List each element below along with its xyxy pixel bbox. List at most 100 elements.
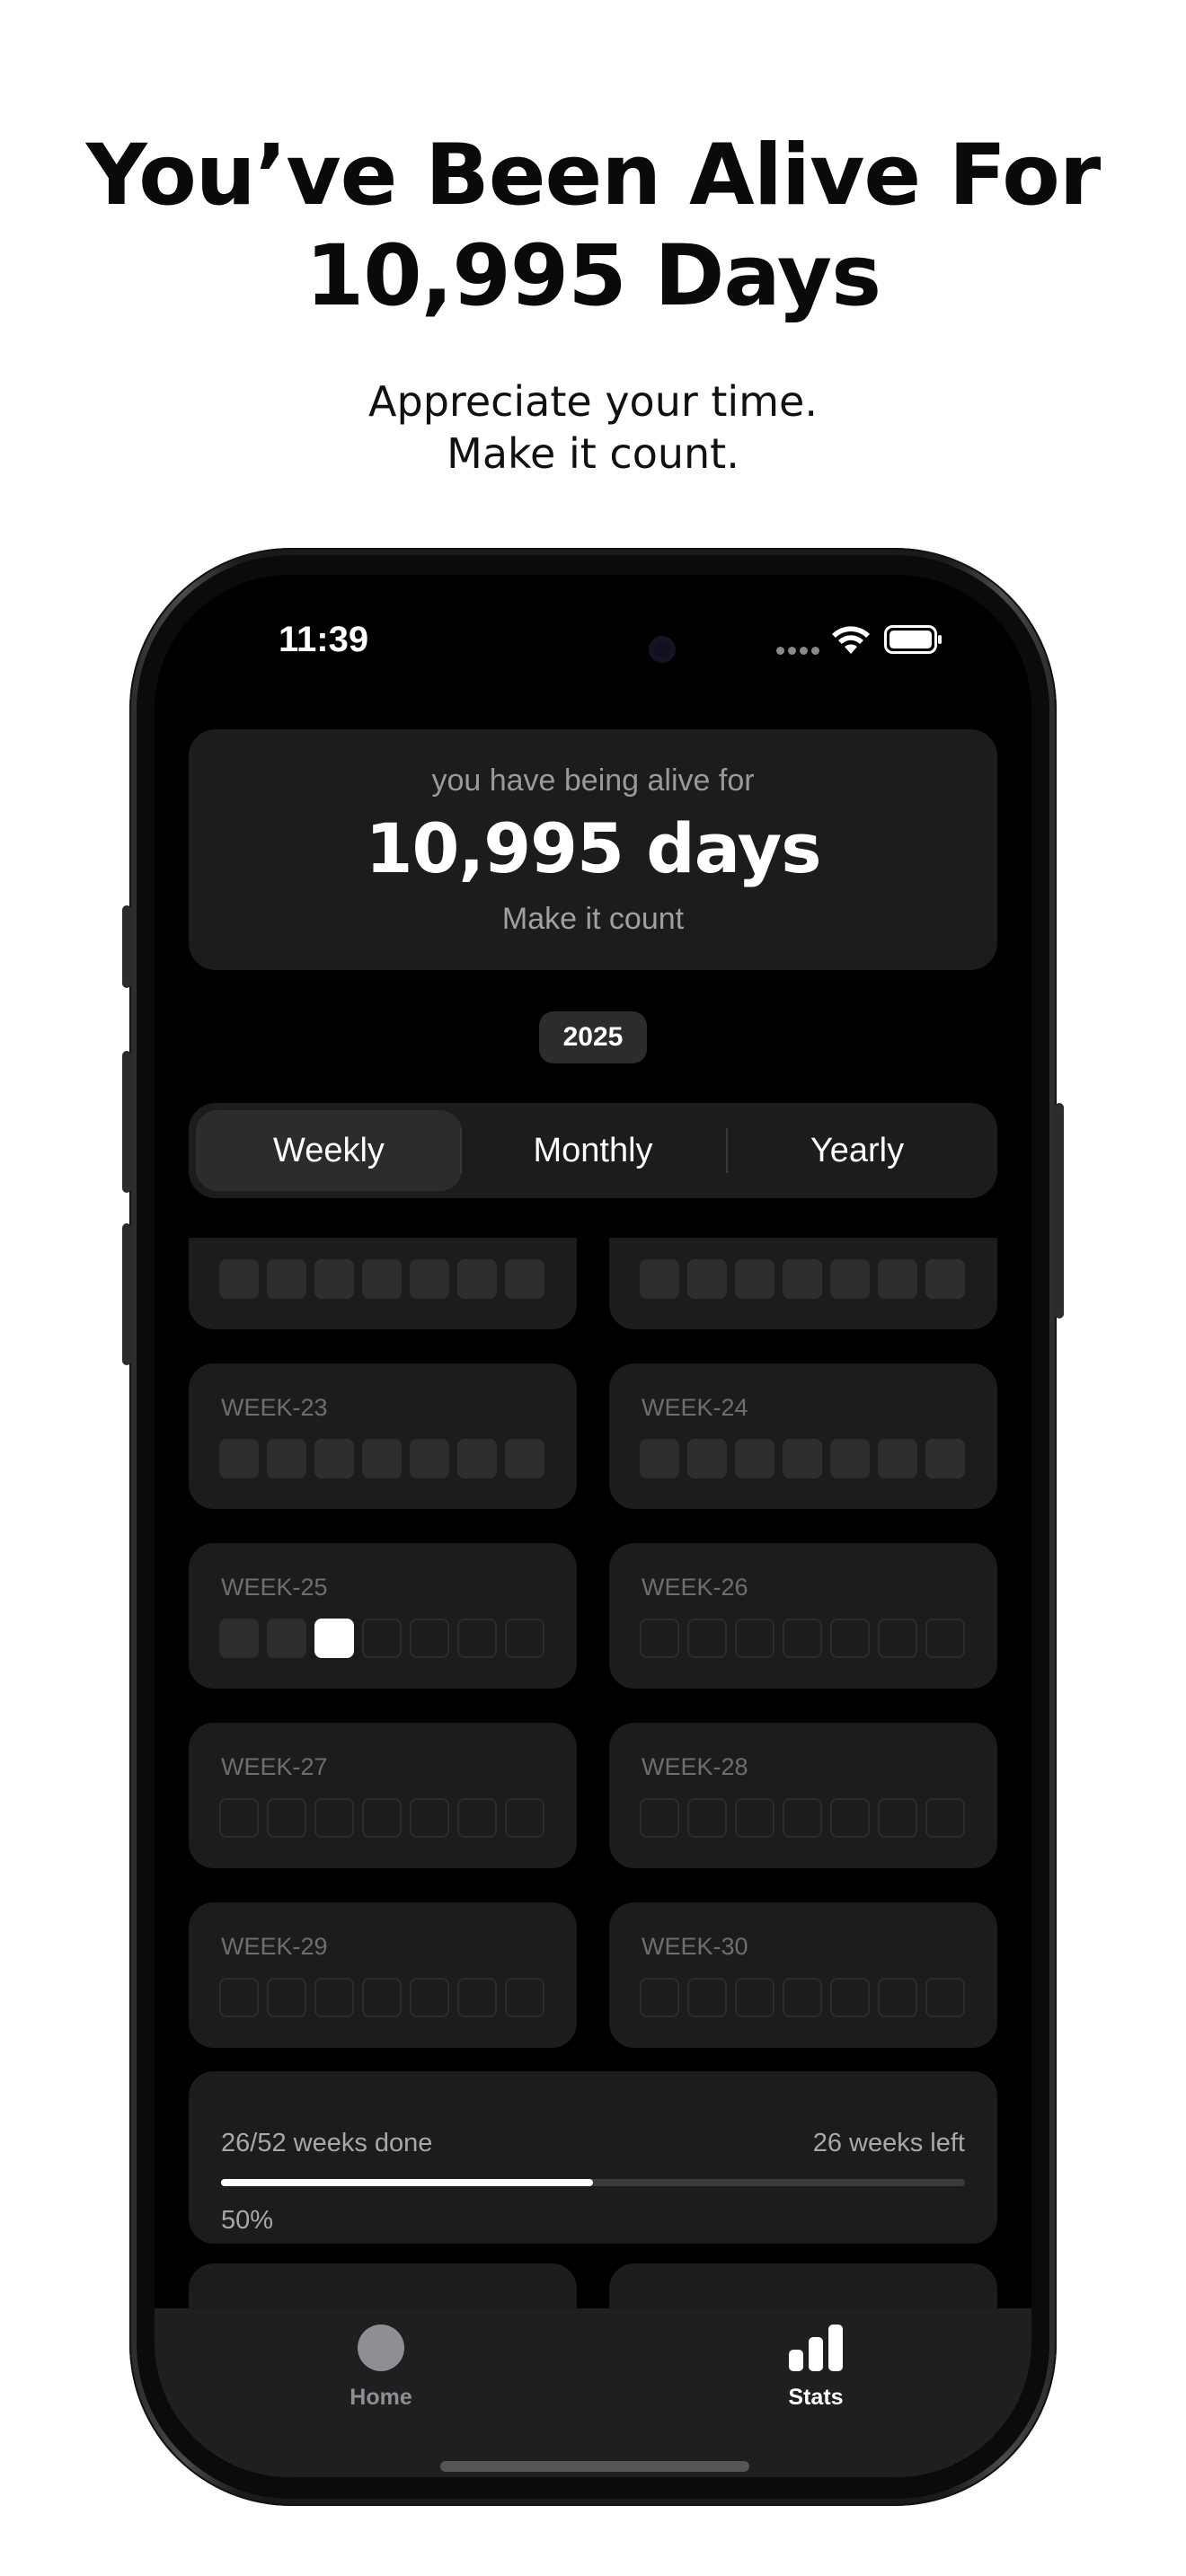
day-cell-past[interactable] bbox=[687, 1439, 727, 1478]
week-label: WEEK-30 bbox=[642, 1933, 748, 1960]
front-camera-icon bbox=[649, 636, 676, 663]
week-card[interactable]: WEEK-24 bbox=[609, 1363, 997, 1509]
day-cell-future[interactable] bbox=[267, 1978, 306, 2017]
week-label: WEEK-27 bbox=[221, 1753, 328, 1780]
day-cell-future[interactable] bbox=[783, 1619, 822, 1658]
day-cell-past[interactable] bbox=[362, 1439, 402, 1478]
week-card[interactable]: WEEK-21 bbox=[189, 1238, 577, 1329]
day-cell-future[interactable] bbox=[878, 1798, 917, 1838]
day-cell-past[interactable] bbox=[457, 1439, 497, 1478]
week-card[interactable]: WEEK-25 bbox=[189, 1543, 577, 1689]
week-card[interactable]: WEEK-30 bbox=[609, 1902, 997, 2048]
day-cell-past[interactable] bbox=[640, 1259, 679, 1299]
day-cell-future[interactable] bbox=[410, 1619, 449, 1658]
day-cell-future[interactable] bbox=[687, 1619, 727, 1658]
day-cell-past[interactable] bbox=[640, 1439, 679, 1478]
week-card[interactable]: WEEK-29 bbox=[189, 1902, 577, 2048]
day-cell-future[interactable] bbox=[219, 1798, 259, 1838]
week-card[interactable]: WEEK-27 bbox=[189, 1723, 577, 1868]
day-cell-future[interactable] bbox=[925, 1619, 965, 1658]
day-cell-past[interactable] bbox=[219, 1439, 259, 1478]
day-cell-future[interactable] bbox=[783, 1798, 822, 1838]
tab-stats[interactable]: Stats bbox=[726, 2325, 906, 2411]
segment-weekly[interactable]: Weekly bbox=[196, 1110, 462, 1191]
day-cell-future[interactable] bbox=[410, 1978, 449, 2017]
day-cell-past[interactable] bbox=[878, 1259, 917, 1299]
day-cell-past[interactable] bbox=[267, 1619, 306, 1658]
day-cell-future[interactable] bbox=[878, 1978, 917, 2017]
day-cell-past[interactable] bbox=[735, 1439, 774, 1478]
day-cell-past[interactable] bbox=[925, 1259, 965, 1299]
day-cell-future[interactable] bbox=[830, 1798, 870, 1838]
day-cell-past[interactable] bbox=[735, 1259, 774, 1299]
week-card[interactable]: WEEK-26 bbox=[609, 1543, 997, 1689]
day-cell-future[interactable] bbox=[925, 1978, 965, 2017]
home-indicator[interactable] bbox=[440, 2461, 749, 2472]
week-label: WEEK-25 bbox=[221, 1574, 328, 1601]
day-cell-past[interactable] bbox=[878, 1439, 917, 1478]
day-cell-future[interactable] bbox=[687, 1978, 727, 2017]
week-card[interactable]: WEEK-28 bbox=[609, 1723, 997, 1868]
day-cell-future[interactable] bbox=[735, 1978, 774, 2017]
day-cell-future[interactable] bbox=[457, 1619, 497, 1658]
week-label: WEEK-22 bbox=[642, 1238, 748, 1242]
day-cell-future[interactable] bbox=[457, 1978, 497, 2017]
segment-monthly[interactable]: Monthly bbox=[460, 1110, 726, 1191]
phone-volume-up-button bbox=[122, 1051, 131, 1193]
day-cell-past[interactable] bbox=[219, 1619, 259, 1658]
day-cell-past[interactable] bbox=[830, 1439, 870, 1478]
day-cell-future[interactable] bbox=[362, 1798, 402, 1838]
day-cell-past[interactable] bbox=[505, 1439, 544, 1478]
day-cell-future[interactable] bbox=[783, 1978, 822, 2017]
segment-yearly[interactable]: Yearly bbox=[724, 1110, 990, 1191]
day-cell-past[interactable] bbox=[457, 1259, 497, 1299]
promo-headline: You’ve Been Alive For 10,995 Days bbox=[0, 126, 1186, 327]
day-cell-today[interactable] bbox=[314, 1619, 354, 1658]
day-cell-future[interactable] bbox=[457, 1798, 497, 1838]
day-cell-past[interactable] bbox=[687, 1259, 727, 1299]
day-cell-future[interactable] bbox=[314, 1978, 354, 2017]
day-cell-future[interactable] bbox=[878, 1619, 917, 1658]
day-cell-future[interactable] bbox=[830, 1619, 870, 1658]
day-cell-future[interactable] bbox=[219, 1978, 259, 2017]
alive-summary-card: you have being alive for 10,995 days Mak… bbox=[189, 729, 997, 970]
week-card[interactable]: WEEK-23 bbox=[189, 1363, 577, 1509]
tab-stats-label: Stats bbox=[788, 2385, 844, 2410]
day-cell-future[interactable] bbox=[735, 1619, 774, 1658]
day-cell-past[interactable] bbox=[267, 1259, 306, 1299]
day-cell-future[interactable] bbox=[362, 1619, 402, 1658]
dynamic-island bbox=[480, 616, 704, 683]
day-cell-past[interactable] bbox=[314, 1439, 354, 1478]
day-cell-future[interactable] bbox=[505, 1798, 544, 1838]
day-cell-future[interactable] bbox=[640, 1798, 679, 1838]
day-cell-past[interactable] bbox=[362, 1259, 402, 1299]
day-cell-future[interactable] bbox=[505, 1619, 544, 1658]
week-card[interactable]: WEEK-22 bbox=[609, 1238, 997, 1329]
day-cell-future[interactable] bbox=[830, 1978, 870, 2017]
tab-home[interactable]: Home bbox=[291, 2325, 471, 2411]
day-cell-future[interactable] bbox=[505, 1978, 544, 2017]
day-cell-past[interactable] bbox=[219, 1259, 259, 1299]
day-cell-future[interactable] bbox=[687, 1798, 727, 1838]
day-cell-past[interactable] bbox=[783, 1259, 822, 1299]
year-badge[interactable]: 2025 bbox=[539, 1011, 647, 1063]
day-cell-past[interactable] bbox=[267, 1439, 306, 1478]
day-cell-past[interactable] bbox=[314, 1259, 354, 1299]
day-cell-future[interactable] bbox=[267, 1798, 306, 1838]
cellular-dots-icon bbox=[776, 643, 825, 656]
week-label: WEEK-28 bbox=[642, 1753, 748, 1780]
day-cell-future[interactable] bbox=[640, 1619, 679, 1658]
day-cell-past[interactable] bbox=[830, 1259, 870, 1299]
day-cell-future[interactable] bbox=[314, 1798, 354, 1838]
day-cell-future[interactable] bbox=[640, 1978, 679, 2017]
day-cell-future[interactable] bbox=[925, 1798, 965, 1838]
day-cell-past[interactable] bbox=[410, 1439, 449, 1478]
day-cell-past[interactable] bbox=[783, 1439, 822, 1478]
day-cell-future[interactable] bbox=[735, 1798, 774, 1838]
day-cell-future[interactable] bbox=[410, 1798, 449, 1838]
day-cell-future[interactable] bbox=[362, 1978, 402, 2017]
alive-caption: you have being alive for bbox=[431, 763, 755, 798]
day-cell-past[interactable] bbox=[410, 1259, 449, 1299]
day-cell-past[interactable] bbox=[505, 1259, 544, 1299]
day-cell-past[interactable] bbox=[925, 1439, 965, 1478]
